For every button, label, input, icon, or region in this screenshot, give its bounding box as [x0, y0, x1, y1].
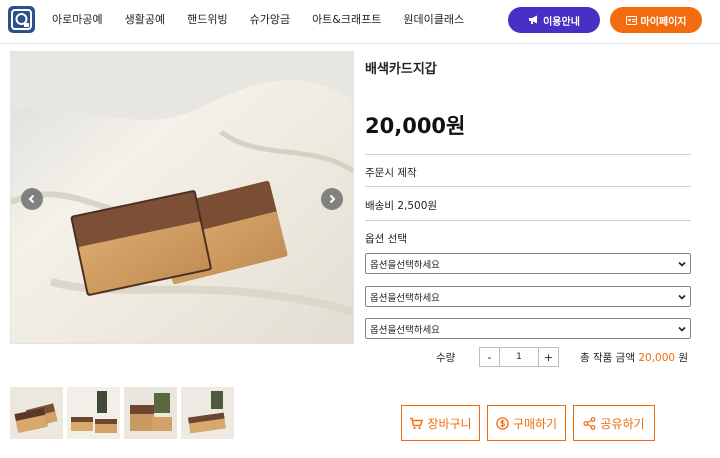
- main-nav: 아로마공예 생활공예 핸드위빙 슈가앙금 아트&크래프트 원데이클래스: [52, 0, 486, 38]
- total-price-amount: 20,000: [638, 352, 676, 364]
- cart-icon: [410, 417, 424, 429]
- chevron-left-icon: [28, 194, 35, 204]
- add-to-cart-label: 장바구니: [427, 416, 472, 431]
- product-title: 배색카드지갑: [365, 62, 437, 77]
- coin-icon: [496, 416, 509, 430]
- gallery-next-button[interactable]: [321, 188, 343, 210]
- nav-item-oneday-class[interactable]: 원데이클래스: [403, 11, 464, 27]
- nav-item-sugar[interactable]: 슈가앙금: [250, 11, 290, 27]
- product-main-image: [10, 51, 354, 344]
- option-heading: 옵션 선택: [365, 233, 407, 245]
- gallery-prev-button[interactable]: [21, 188, 43, 210]
- buy-now-label: 구매하기: [512, 416, 558, 431]
- chevron-down-icon: [678, 326, 686, 332]
- quantity-increase-button[interactable]: +: [538, 348, 558, 366]
- thumbnail-3[interactable]: [124, 387, 177, 439]
- share-icon: [583, 416, 596, 430]
- site-header: 아로마공예 생활공예 핸드위빙 슈가앙금 아트&크래프트 원데이클래스 이용안내…: [0, 0, 720, 44]
- mypage-button[interactable]: 마이페이지: [610, 7, 702, 33]
- quantity-input[interactable]: 1: [500, 348, 538, 366]
- add-to-cart-button[interactable]: 장바구니: [401, 405, 480, 441]
- thumbnail-1[interactable]: [10, 387, 63, 439]
- total-price-unit: 원: [678, 352, 689, 364]
- nav-item-hand-weaving[interactable]: 핸드위빙: [187, 11, 227, 27]
- option-select-3[interactable]: 옵션을선택하세요: [365, 318, 691, 339]
- megaphone-icon: [529, 15, 538, 24]
- guide-button-label: 이용안내: [543, 16, 580, 28]
- thumbnail-4[interactable]: [181, 387, 234, 439]
- shipping-fee-text: 배송비 2,500원: [365, 200, 438, 212]
- quantity-label: 수량: [436, 352, 456, 364]
- nav-item-aroma[interactable]: 아로마공예: [52, 11, 103, 27]
- buy-now-button[interactable]: 구매하기: [487, 405, 566, 441]
- option-select-1[interactable]: 옵션을선택하세요: [365, 253, 691, 274]
- share-button[interactable]: 공유하기: [573, 405, 655, 441]
- product-price: 20,000원: [365, 114, 466, 138]
- chevron-down-icon: [678, 261, 686, 267]
- chevron-right-icon: [329, 194, 336, 204]
- divider: [365, 186, 691, 187]
- nav-item-living-craft[interactable]: 생활공예: [125, 11, 165, 27]
- divider: [365, 154, 691, 155]
- total-price: 총 작품 금액 20,000 원: [580, 350, 688, 365]
- share-label: 공유하기: [600, 416, 645, 431]
- option-select-value: 옵션을선택하세요: [370, 259, 440, 271]
- id-card-icon: [625, 15, 637, 25]
- mypage-button-label: 마이페이지: [640, 16, 687, 28]
- quantity-decrease-button[interactable]: -: [480, 348, 500, 366]
- option-select-value: 옵션을선택하세요: [370, 292, 440, 304]
- quantity-stepper: - 1 +: [479, 347, 559, 367]
- divider: [365, 220, 691, 221]
- thumbnail-2[interactable]: [67, 387, 120, 439]
- chevron-down-icon: [678, 294, 686, 300]
- total-price-label: 총 작품 금액: [580, 352, 635, 364]
- guide-button[interactable]: 이용안내: [508, 7, 600, 33]
- option-select-value: 옵션을선택하세요: [370, 324, 440, 336]
- made-to-order-text: 주문시 제작: [365, 167, 417, 179]
- nav-item-art-craft[interactable]: 아트&크래프트: [312, 11, 381, 27]
- option-select-2[interactable]: 옵션을선택하세요: [365, 286, 691, 307]
- logo-icon[interactable]: [8, 6, 35, 33]
